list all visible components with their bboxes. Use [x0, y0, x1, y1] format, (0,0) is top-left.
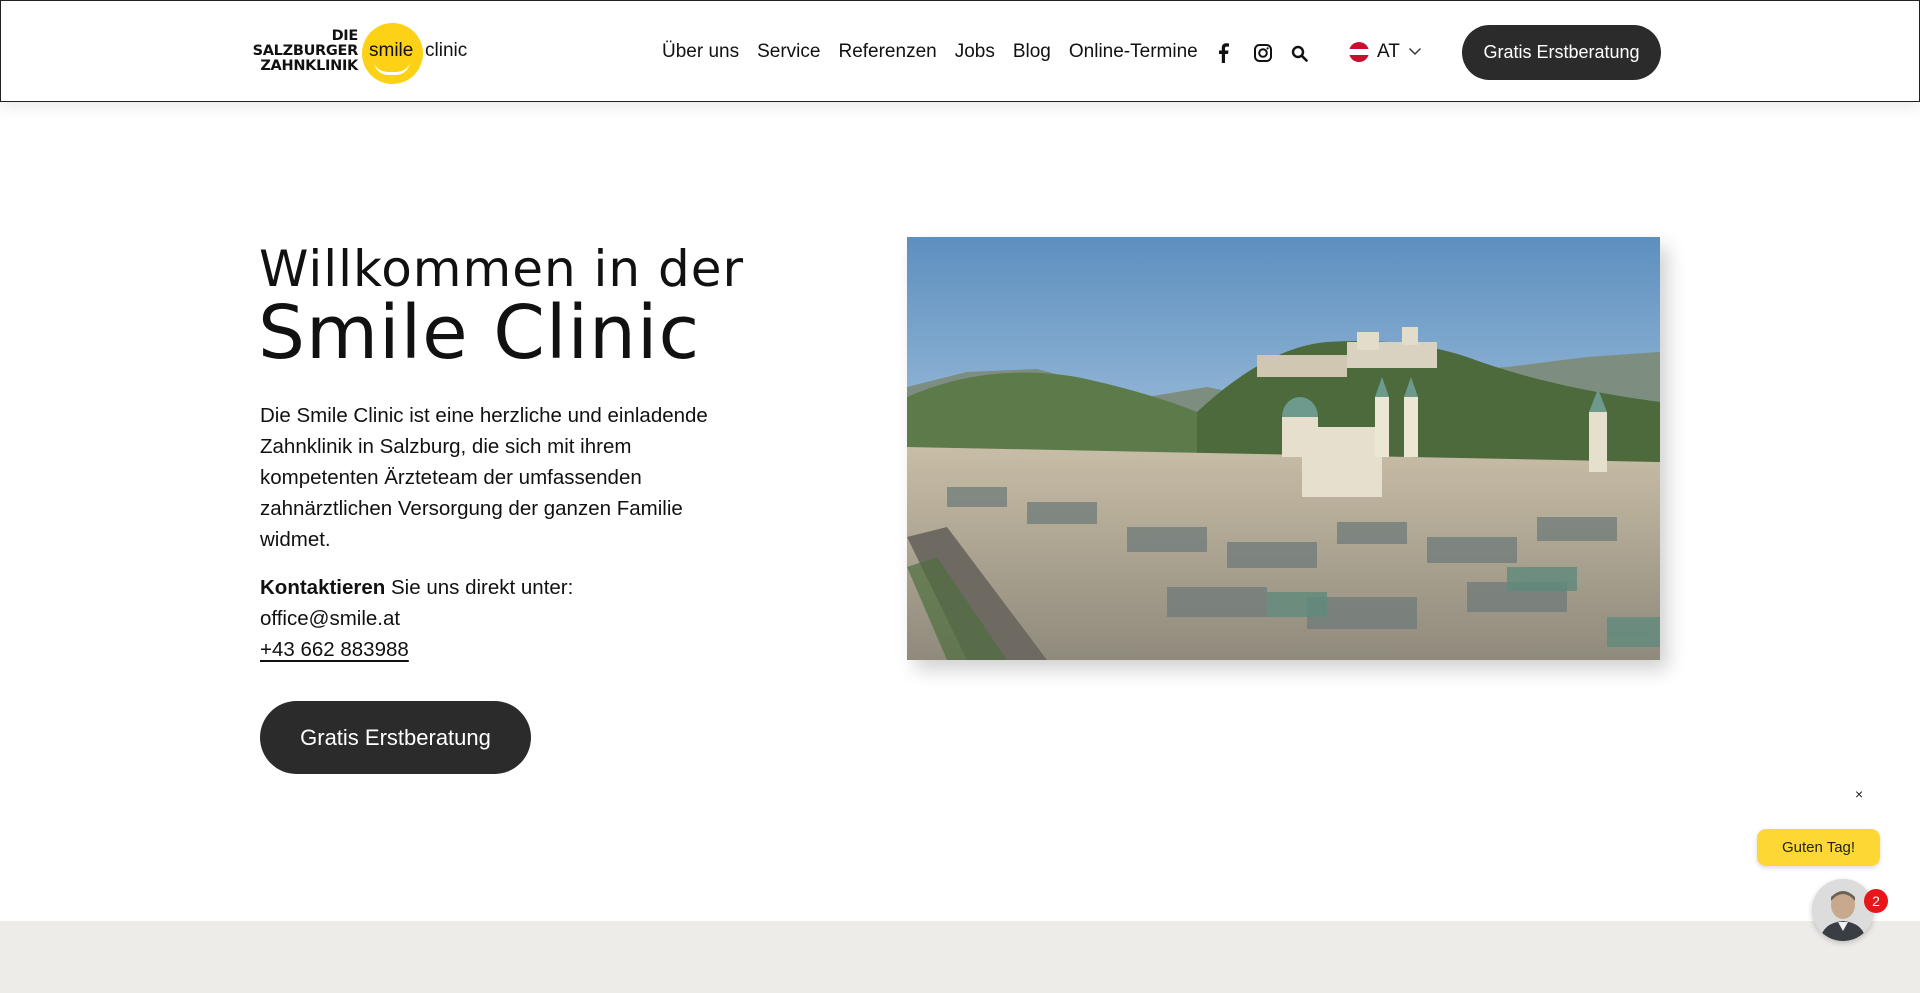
header-consultation-button[interactable]: Gratis Erstberatung: [1462, 25, 1661, 80]
logo-line-die: DIE: [331, 28, 359, 44]
hero-consultation-button[interactable]: Gratis Erstberatung: [260, 701, 531, 774]
chat-greeting-bubble[interactable]: Guten Tag!: [1757, 829, 1880, 866]
chevron-down-icon: [1408, 43, 1422, 61]
nav-item-jobs[interactable]: Jobs: [955, 41, 995, 63]
logo[interactable]: DIE SALZBURGER ZAHNKLINIK smile clinic: [253, 23, 471, 84]
contact-bold: Kontaktieren: [260, 576, 386, 599]
chat-agent-avatar[interactable]: [1812, 879, 1874, 941]
nav-item-online-termine[interactable]: Online-Termine: [1069, 41, 1198, 63]
language-code: AT: [1377, 41, 1400, 62]
austria-flag-icon: [1349, 42, 1369, 62]
contact-rest: Sie uns direkt unter:: [385, 576, 574, 599]
hero-description: Die Smile Clinic ist eine herzliche und …: [260, 404, 708, 551]
main-nav: Über uns Service Referenzen Jobs Blog On…: [662, 41, 1216, 63]
salzburg-aerial-image: [907, 237, 1660, 660]
search-icon[interactable]: [1291, 41, 1308, 65]
chat-close-icon[interactable]: ×: [1855, 786, 1863, 802]
next-section-band: [0, 921, 1920, 993]
logo-smile-text: smile: [369, 40, 414, 61]
logo-clinic-text: clinic: [425, 40, 468, 61]
site-header: DIE SALZBURGER ZAHNKLINIK smile clinic Ü…: [0, 0, 1920, 102]
nav-item-referenzen[interactable]: Referenzen: [838, 41, 936, 63]
language-switcher[interactable]: AT: [1349, 41, 1422, 63]
nav-item-ueber-uns[interactable]: Über uns: [662, 41, 739, 63]
nav-item-service[interactable]: Service: [757, 41, 820, 63]
nav-item-blog[interactable]: Blog: [1013, 41, 1051, 63]
logo-line-zahnklinik: ZAHNKLINIK: [260, 58, 358, 74]
logo-line-salzburger: SALZBURGER: [252, 43, 359, 59]
contact-email-link[interactable]: office@smile.at: [260, 603, 400, 634]
facebook-icon[interactable]: [1216, 41, 1230, 65]
contact-phone-link[interactable]: +43 662 883988: [260, 634, 409, 665]
contact-intro: Kontaktieren Sie uns direkt unter:: [260, 572, 573, 603]
logo-wordmark: DIE SALZBURGER ZAHNKLINIK: [252, 28, 359, 74]
instagram-icon[interactable]: [1254, 41, 1272, 65]
hero-title-line2: Smile Clinic: [258, 290, 701, 376]
chat-notification-badge: 2: [1864, 889, 1888, 913]
